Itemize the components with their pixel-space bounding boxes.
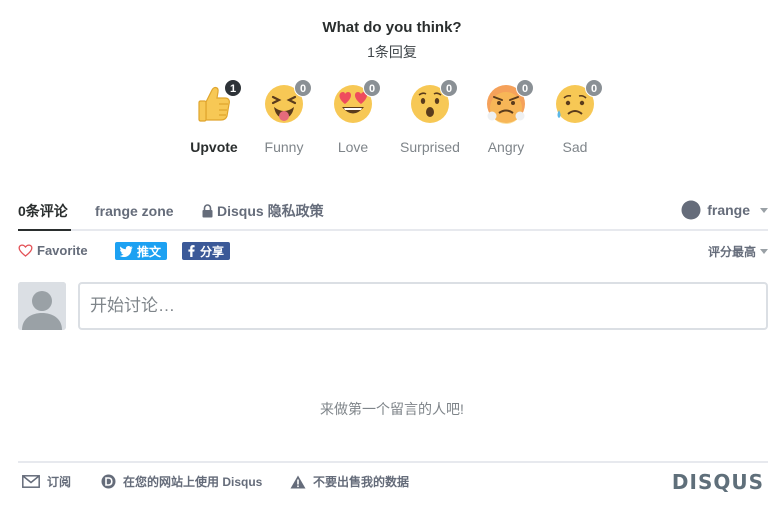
- reaction-love[interactable]: 0 Love: [313, 79, 393, 155]
- reaction-surprised[interactable]: 0 Surprised: [390, 79, 470, 155]
- reaction-count-badge: 0: [516, 79, 534, 97]
- thread-toolbar: Favorite 推文 分享 评分最高: [18, 242, 768, 262]
- heart-eyes-face-icon: 0: [331, 79, 381, 126]
- reaction-label: Sad: [562, 139, 588, 155]
- reaction-funny[interactable]: 0 Funny: [244, 79, 324, 155]
- sort-dropdown[interactable]: 评分最高: [708, 243, 768, 260]
- reaction-count-badge: 1: [224, 79, 242, 97]
- comments-nav: 0条评论 frange zone Disqus 隐私政策 frange: [18, 198, 768, 231]
- sort-label: 评分最高: [707, 245, 756, 259]
- favorite-label: Favorite: [37, 243, 88, 258]
- reaction-count-badge: 0: [294, 79, 312, 97]
- angry-face-icon: 0: [484, 79, 534, 126]
- privacy-policy-label: Disqus 隐私政策: [217, 203, 324, 219]
- thumbs-up-icon: 1: [192, 79, 242, 126]
- user-menu[interactable]: frange: [681, 200, 768, 220]
- tweet-button[interactable]: 推文: [115, 242, 168, 260]
- reaction-count-badge: 0: [440, 79, 458, 97]
- question-title: What do you think?: [322, 19, 462, 36]
- comment-input[interactable]: 开始讨论…: [78, 282, 768, 330]
- tab-community[interactable]: frange zone: [95, 202, 174, 220]
- tweet-label: 推文: [137, 244, 162, 259]
- username: frange: [707, 202, 750, 218]
- reaction-label: Surprised: [400, 139, 460, 155]
- lock-icon: [202, 204, 213, 218]
- privacy-policy-link[interactable]: Disqus 隐私政策: [202, 202, 324, 220]
- footer: 订阅 在您的网站上使用 Disqus 不要出售我的数据 DISQUS: [18, 461, 768, 497]
- facebook-share-button[interactable]: 分享: [182, 242, 231, 260]
- sad-face-icon: 0: [553, 79, 603, 126]
- do-not-sell-label: 不要出售我的数据: [313, 475, 410, 489]
- subscribe-label: 订阅: [47, 475, 72, 489]
- reactions-bar: 1 Upvote 0 Funny 0 Love 0 Surprised 0 An…: [0, 79, 784, 162]
- reaction-label: Upvote: [190, 139, 238, 155]
- heart-icon: [18, 244, 33, 257]
- reactions-header: What do you think? 1条回复: [0, 18, 784, 61]
- reaction-label: Funny: [264, 139, 304, 155]
- disqus-logo-icon: [101, 474, 116, 489]
- add-disqus-label: 在您的网站上使用 Disqus: [123, 475, 263, 489]
- chevron-down-icon: [760, 207, 768, 213]
- comment-composer: 开始讨论…: [18, 282, 768, 330]
- subscribe-link[interactable]: 订阅: [22, 473, 71, 490]
- tab-comments[interactable]: 0条评论: [18, 202, 68, 220]
- chevron-down-icon: [760, 249, 768, 254]
- reaction-angry[interactable]: 0 Angry: [466, 79, 546, 155]
- reaction-sad[interactable]: 0 Sad: [535, 79, 615, 155]
- laughing-face-icon: 0: [262, 79, 312, 126]
- reaction-upvote[interactable]: 1 Upvote: [174, 79, 254, 155]
- reaction-label: Angry: [487, 139, 525, 155]
- response-count: 1条回复: [367, 44, 417, 60]
- warning-icon: [290, 475, 306, 488]
- reaction-count-badge: 0: [585, 79, 603, 97]
- add-disqus-link[interactable]: 在您的网站上使用 Disqus: [101, 473, 262, 490]
- twitter-icon: [120, 245, 133, 257]
- default-avatar-icon: [18, 282, 66, 330]
- empty-state-message: 来做第一个留言的人吧!: [320, 401, 464, 417]
- do-not-sell-link[interactable]: 不要出售我的数据: [290, 473, 409, 490]
- surprised-face-icon: 0: [408, 79, 458, 126]
- avatar: [18, 282, 66, 330]
- user-avatar-icon: [681, 200, 701, 220]
- reaction-label: Love: [337, 139, 369, 155]
- facebook-icon: [188, 245, 195, 257]
- active-tab-underline: [18, 229, 71, 231]
- reaction-count-badge: 0: [363, 79, 381, 97]
- disqus-brand-logo[interactable]: DISQUS: [672, 470, 764, 494]
- favorite-button[interactable]: Favorite: [18, 243, 88, 258]
- envelope-icon: [22, 475, 40, 488]
- share-label: 分享: [200, 244, 225, 259]
